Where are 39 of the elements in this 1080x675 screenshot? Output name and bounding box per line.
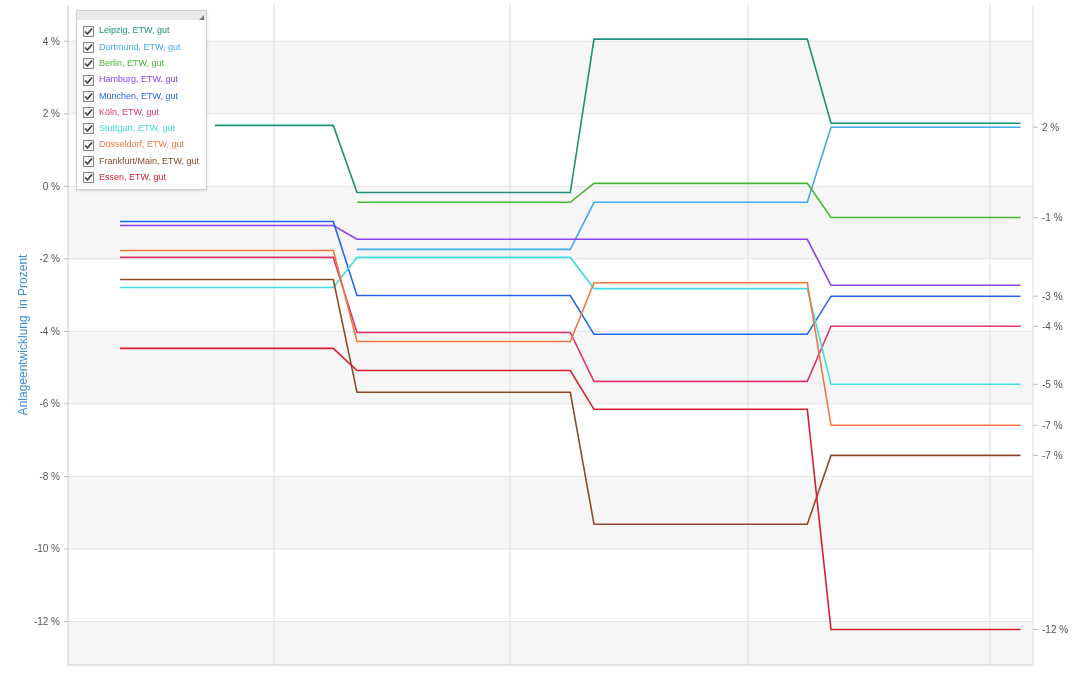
legend-checkbox[interactable] [83, 58, 94, 70]
legend-checkbox[interactable] [83, 41, 94, 53]
end-value-label: -7 % [1042, 449, 1063, 461]
y-tick-label: -4 % [39, 325, 60, 337]
y-tick-label: 0 % [42, 180, 60, 192]
y-tick-label: -12 % [33, 616, 60, 627]
legend-label: Essen, ETW, gut [99, 171, 167, 185]
legend-checkbox[interactable] [83, 156, 94, 167]
y-tick-label: -2 % [39, 253, 60, 265]
legend-label: Düsseldorf, ETW, gut [99, 138, 185, 152]
y-tick-label: 2 % [42, 108, 60, 120]
legend-checkbox[interactable] [83, 107, 94, 119]
y-tick-label: -6 % [39, 398, 60, 410]
legend-label: Frankfurt/Main, ETW, gut [99, 154, 200, 168]
y-axis-title: Anlageentwicklung in Prozent [16, 254, 30, 416]
legend-checkbox[interactable] [83, 172, 94, 184]
y-tick-label: 4 % [42, 35, 60, 47]
legend-checkbox[interactable] [83, 90, 94, 102]
legend-checkbox[interactable] [83, 74, 94, 86]
end-value-label: -5 % [1042, 378, 1063, 390]
end-value-label: -7 % [1042, 419, 1063, 431]
legend-label: Berlin, ETW, gut [99, 57, 165, 70]
legend-label: München, ETW, gut [99, 89, 179, 103]
end-value-label: -4 % [1042, 320, 1063, 332]
legend-checkbox[interactable] [83, 123, 94, 135]
legend-label: Leipzig, ETW, gut [99, 24, 170, 38]
end-value-label: -1 % [1042, 212, 1063, 223]
legend-checkbox[interactable] [83, 139, 94, 151]
y-tick-label: -10 % [33, 543, 60, 555]
end-value-label: -3 % [1042, 290, 1063, 302]
end-value-label: -12 % [1042, 623, 1069, 635]
legend-label: Dortmund, ETW, gut [99, 40, 181, 54]
legend-checkbox[interactable] [83, 25, 94, 37]
legend-label: Köln, ETW, gut [99, 105, 160, 119]
legend-label: Stuttgart, ETW, gut [99, 122, 176, 136]
resize-grip-icon[interactable] [199, 15, 204, 20]
legend-label: Hamburg, ETW, gut [99, 73, 179, 87]
end-value-label: 2 % [1042, 121, 1060, 133]
y-tick-label: -8 % [39, 470, 60, 482]
